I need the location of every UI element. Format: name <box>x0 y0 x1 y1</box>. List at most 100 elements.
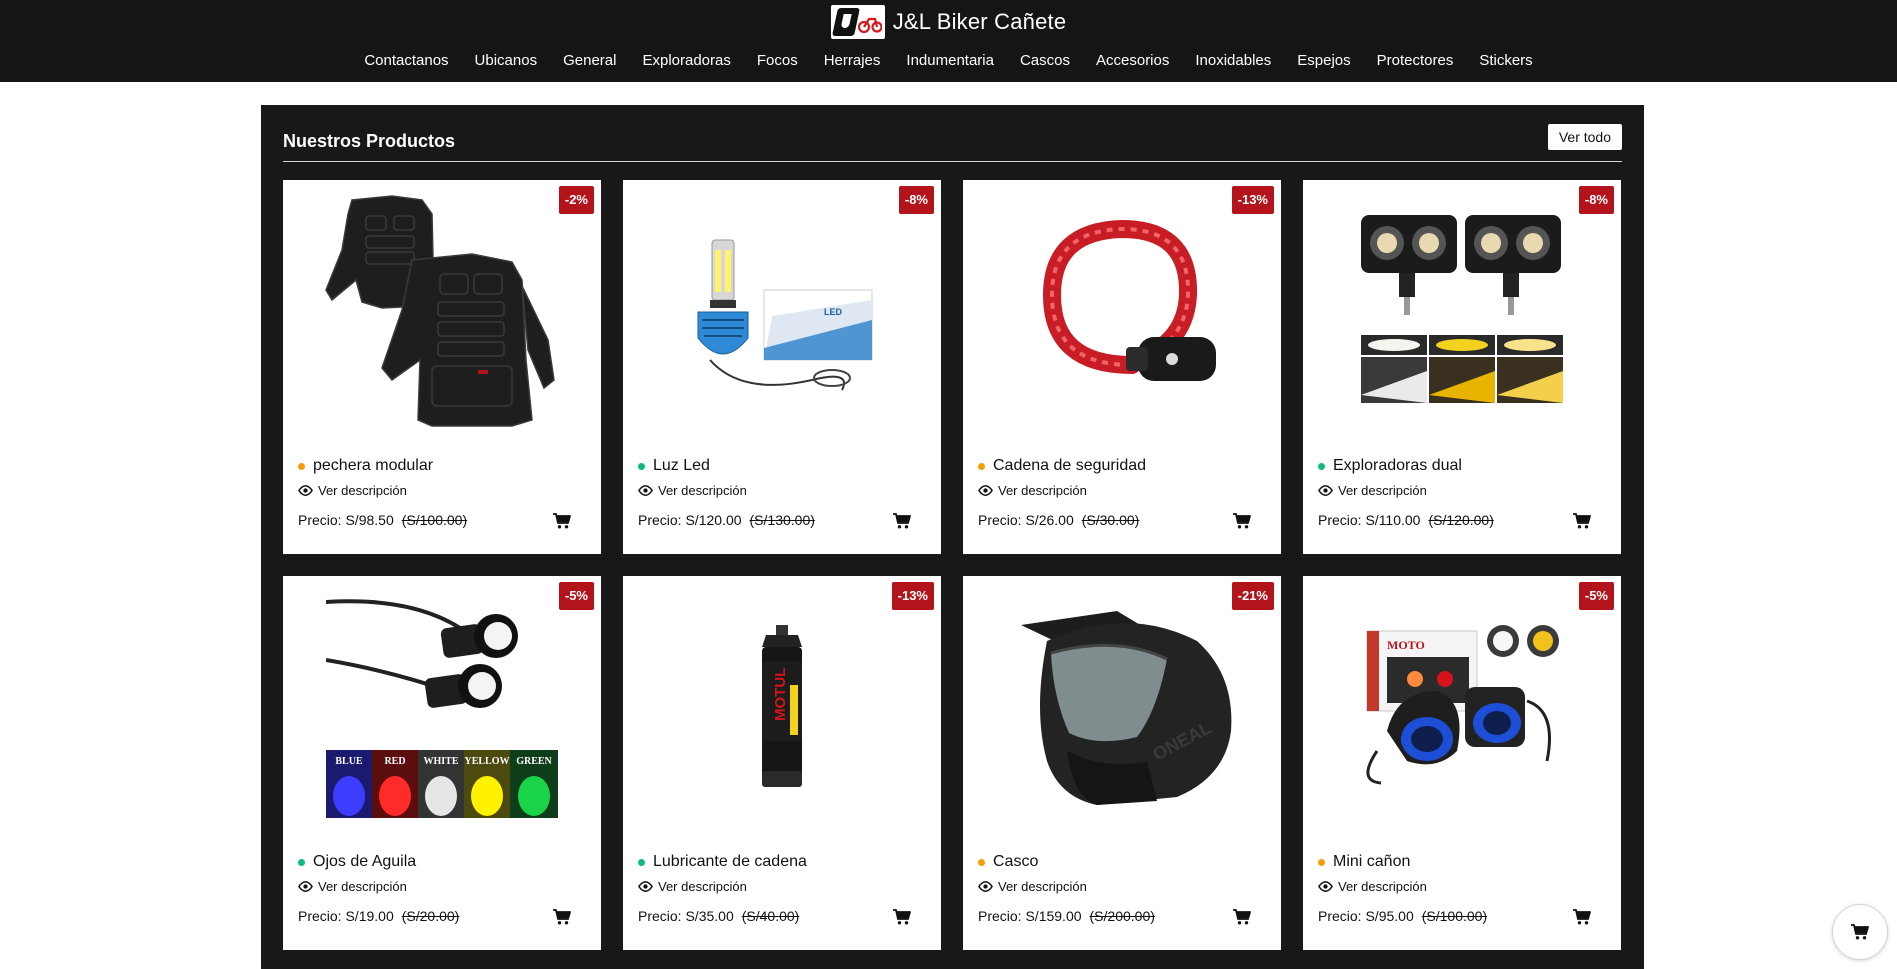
price: Precio: S/110.00 (S/120.00) <box>1318 512 1494 528</box>
nav-ubicanos[interactable]: Ubicanos <box>462 51 551 71</box>
current-price: Precio: S/110.00 <box>1318 512 1421 528</box>
product-image-mini-cannon-light[interactable]: MOTO <box>1303 576 1621 836</box>
cart-icon[interactable] <box>1233 513 1251 529</box>
panel-header: Nuestros Productos Ver todo <box>283 124 1622 162</box>
nav-espejos[interactable]: Espejos <box>1284 51 1363 71</box>
cart-icon[interactable] <box>553 909 571 925</box>
view-description-link[interactable]: Ver descripción <box>1318 483 1427 498</box>
nav-focos[interactable]: Focos <box>744 51 811 71</box>
product-grid: -2% pechera modular Ver descripción Prec… <box>283 180 1624 950</box>
product-image-dual-fog-lights[interactable] <box>1303 180 1621 440</box>
brand-logo <box>830 5 885 39</box>
nav-cascos[interactable]: Cascos <box>1007 51 1083 71</box>
view-description-link[interactable]: Ver descripción <box>978 483 1087 498</box>
product-image-helmet[interactable]: ONEAL <box>963 576 1281 836</box>
product-name[interactable]: Ojos de Aguila <box>313 853 416 871</box>
view-description-link[interactable]: Ver descripción <box>978 879 1087 894</box>
discount-badge: -5% <box>558 582 594 610</box>
view-description-link[interactable]: Ver descripción <box>638 879 747 894</box>
view-all-button[interactable]: Ver todo <box>1547 124 1622 150</box>
stock-dot <box>298 462 305 470</box>
eye-icon <box>1318 881 1333 892</box>
top-navbar: J&L Biker Cañete Contactanos Ubicanos Ge… <box>0 0 1897 82</box>
stock-dot <box>298 858 305 866</box>
discount-badge: -13% <box>1231 186 1274 214</box>
cart-icon[interactable] <box>1573 513 1591 529</box>
eye-icon <box>298 485 313 496</box>
nav-contactanos[interactable]: Contactanos <box>351 51 461 71</box>
cart-icon[interactable] <box>1573 909 1591 925</box>
nav-accesorios[interactable]: Accesorios <box>1083 51 1182 71</box>
description-label: Ver descripción <box>658 879 747 894</box>
stock-dot <box>638 858 645 866</box>
product-name[interactable]: pechera modular <box>313 457 433 475</box>
cart-icon[interactable] <box>893 513 911 529</box>
view-description-link[interactable]: Ver descripción <box>298 483 407 498</box>
original-price: (S/130.00) <box>749 512 815 528</box>
svg-text:LED: LED <box>824 307 843 317</box>
cart-icon[interactable] <box>893 909 911 925</box>
view-description-link[interactable]: Ver descripción <box>1318 879 1427 894</box>
product-card[interactable]: -13% Cadena de seguridad Ver descripción… <box>963 180 1281 554</box>
cart-icon[interactable] <box>553 513 571 529</box>
brand[interactable]: J&L Biker Cañete <box>0 5 1897 39</box>
current-price: Precio: S/120.00 <box>638 512 742 528</box>
product-name[interactable]: Exploradoras dual <box>1333 457 1462 475</box>
color-label: RED <box>384 756 405 767</box>
product-image-body-armor[interactable] <box>283 180 601 440</box>
stock-dot <box>638 462 645 470</box>
cart-icon[interactable] <box>1233 909 1251 925</box>
product-image-led-bulb[interactable]: LED <box>623 180 941 440</box>
eye-icon <box>978 881 993 892</box>
current-price: Precio: S/159.00 <box>978 908 1082 924</box>
color-label: BLUE <box>335 756 363 767</box>
current-price: Precio: S/98.50 <box>298 512 394 528</box>
floating-cart-button[interactable] <box>1832 904 1888 960</box>
product-card[interactable]: -8% Exploradoras dual Ver descripción Pr… <box>1303 180 1621 554</box>
product-image-eagle-eye-lights[interactable]: BLUE RED WHITE YELLOW GREEN <box>283 576 601 836</box>
price: Precio: S/35.00 (S/40.00) <box>638 908 799 924</box>
discount-badge: -21% <box>1231 582 1274 610</box>
color-label: WHITE <box>423 756 458 767</box>
color-label: YELLOW <box>464 756 509 767</box>
product-card[interactable]: ONEAL -21% Casco Ver descripción Precio:… <box>963 576 1281 950</box>
nav-exploradoras[interactable]: Exploradoras <box>629 51 743 71</box>
description-label: Ver descripción <box>318 879 407 894</box>
nav-indumentaria[interactable]: Indumentaria <box>893 51 1007 71</box>
product-name[interactable]: Casco <box>993 853 1038 871</box>
stock-dot <box>978 858 985 866</box>
nav-general[interactable]: General <box>550 51 629 71</box>
product-name[interactable]: Mini cañon <box>1333 853 1410 871</box>
eye-icon <box>298 881 313 892</box>
product-card[interactable]: LED -8% Luz Led Ver descripción Precio: … <box>623 180 941 554</box>
product-card[interactable]: BLUE RED WHITE YELLOW GREEN -5% Ojos de … <box>283 576 601 950</box>
discount-badge: -13% <box>891 582 934 610</box>
original-price: (S/40.00) <box>741 908 800 924</box>
eye-icon <box>1318 485 1333 496</box>
discount-badge: -5% <box>1578 582 1614 610</box>
view-description-link[interactable]: Ver descripción <box>298 879 407 894</box>
nav-stickers[interactable]: Stickers <box>1466 51 1545 71</box>
color-label: GREEN <box>516 756 552 767</box>
product-name[interactable]: Luz Led <box>653 457 710 475</box>
original-price: (S/100.00) <box>401 512 468 528</box>
product-card[interactable]: MOTO -5% Mini cañon Ver descripción Prec… <box>1303 576 1621 950</box>
product-name[interactable]: Lubricante de cadena <box>653 853 807 871</box>
product-image-cable-lock[interactable] <box>963 180 1281 440</box>
nav-herrajes[interactable]: Herrajes <box>811 51 894 71</box>
svg-text:MOTO: MOTO <box>1387 638 1425 652</box>
nav-protectores[interactable]: Protectores <box>1364 51 1467 71</box>
product-name[interactable]: Cadena de seguridad <box>993 457 1146 475</box>
product-card[interactable]: -2% pechera modular Ver descripción Prec… <box>283 180 601 554</box>
product-card[interactable]: MOTUL -13% Lubricante de cadena Ver desc… <box>623 576 941 950</box>
original-price: (S/120.00) <box>1428 512 1494 528</box>
nav-inoxidables[interactable]: Inoxidables <box>1182 51 1284 71</box>
section-title: Nuestros Productos <box>283 131 456 151</box>
stock-dot <box>1318 462 1325 470</box>
price: Precio: S/95.00 (S/100.00) <box>1318 908 1487 924</box>
description-label: Ver descripción <box>998 483 1087 498</box>
view-description-link[interactable]: Ver descripción <box>638 483 747 498</box>
brand-title: J&L Biker Cañete <box>892 9 1067 34</box>
description-label: Ver descripción <box>318 483 407 498</box>
product-image-chain-lube-can[interactable]: MOTUL <box>623 576 941 836</box>
